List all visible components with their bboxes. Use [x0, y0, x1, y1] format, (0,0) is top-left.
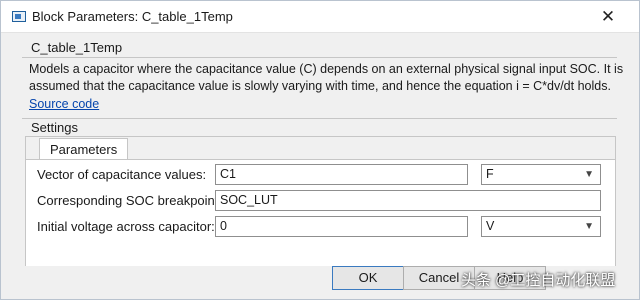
ok-button[interactable]: OK	[332, 266, 404, 290]
settings-label: Settings	[31, 120, 78, 135]
block-name: C_table_1Temp	[31, 40, 123, 55]
watermark-text: 头条 @工控自动化联盟	[461, 272, 616, 289]
close-icon[interactable]: ✕	[597, 7, 619, 27]
soc-breakpoints-label: Corresponding SOC breakpoints:	[37, 193, 229, 208]
block-parameters-dialog: Block Parameters: C_table_1Temp ✕ C_tabl…	[0, 0, 640, 300]
capacitance-values-field[interactable]: C1	[215, 164, 468, 185]
voltage-unit-select[interactable]: V ▼	[481, 216, 601, 237]
tab-parameters[interactable]: Parameters	[39, 138, 129, 160]
voltage-unit-value: V	[486, 219, 495, 233]
settings-panel: Parameters Vector of capacitance values:…	[25, 136, 616, 266]
capacitance-values-label: Vector of capacitance values:	[37, 167, 207, 182]
chevron-down-icon: ▼	[584, 169, 594, 180]
source-code-link[interactable]: Source code	[29, 97, 99, 111]
soc-breakpoints-field[interactable]: SOC_LUT	[215, 190, 601, 211]
description-text-line2: assumed that the capacitance value is sl…	[29, 79, 611, 93]
description-panel: Models a capacitor where the capacitance…	[22, 57, 623, 119]
initial-voltage-label: Initial voltage across capacitor:	[37, 219, 215, 234]
block-parameters-icon	[12, 11, 26, 22]
chevron-down-icon: ▼	[584, 221, 594, 232]
capacitance-unit-select[interactable]: F ▼	[481, 164, 601, 185]
capacitance-unit-value: F	[486, 167, 494, 181]
title-bar[interactable]: Block Parameters: C_table_1Temp ✕	[1, 1, 639, 33]
window-title: Block Parameters: C_table_1Temp	[32, 9, 233, 24]
initial-voltage-field[interactable]: 0	[215, 216, 468, 237]
parameters-tab-body: Vector of capacitance values: C1 F ▼ Cor…	[26, 159, 615, 266]
description-text-line1: Models a capacitor where the capacitance…	[29, 62, 624, 76]
